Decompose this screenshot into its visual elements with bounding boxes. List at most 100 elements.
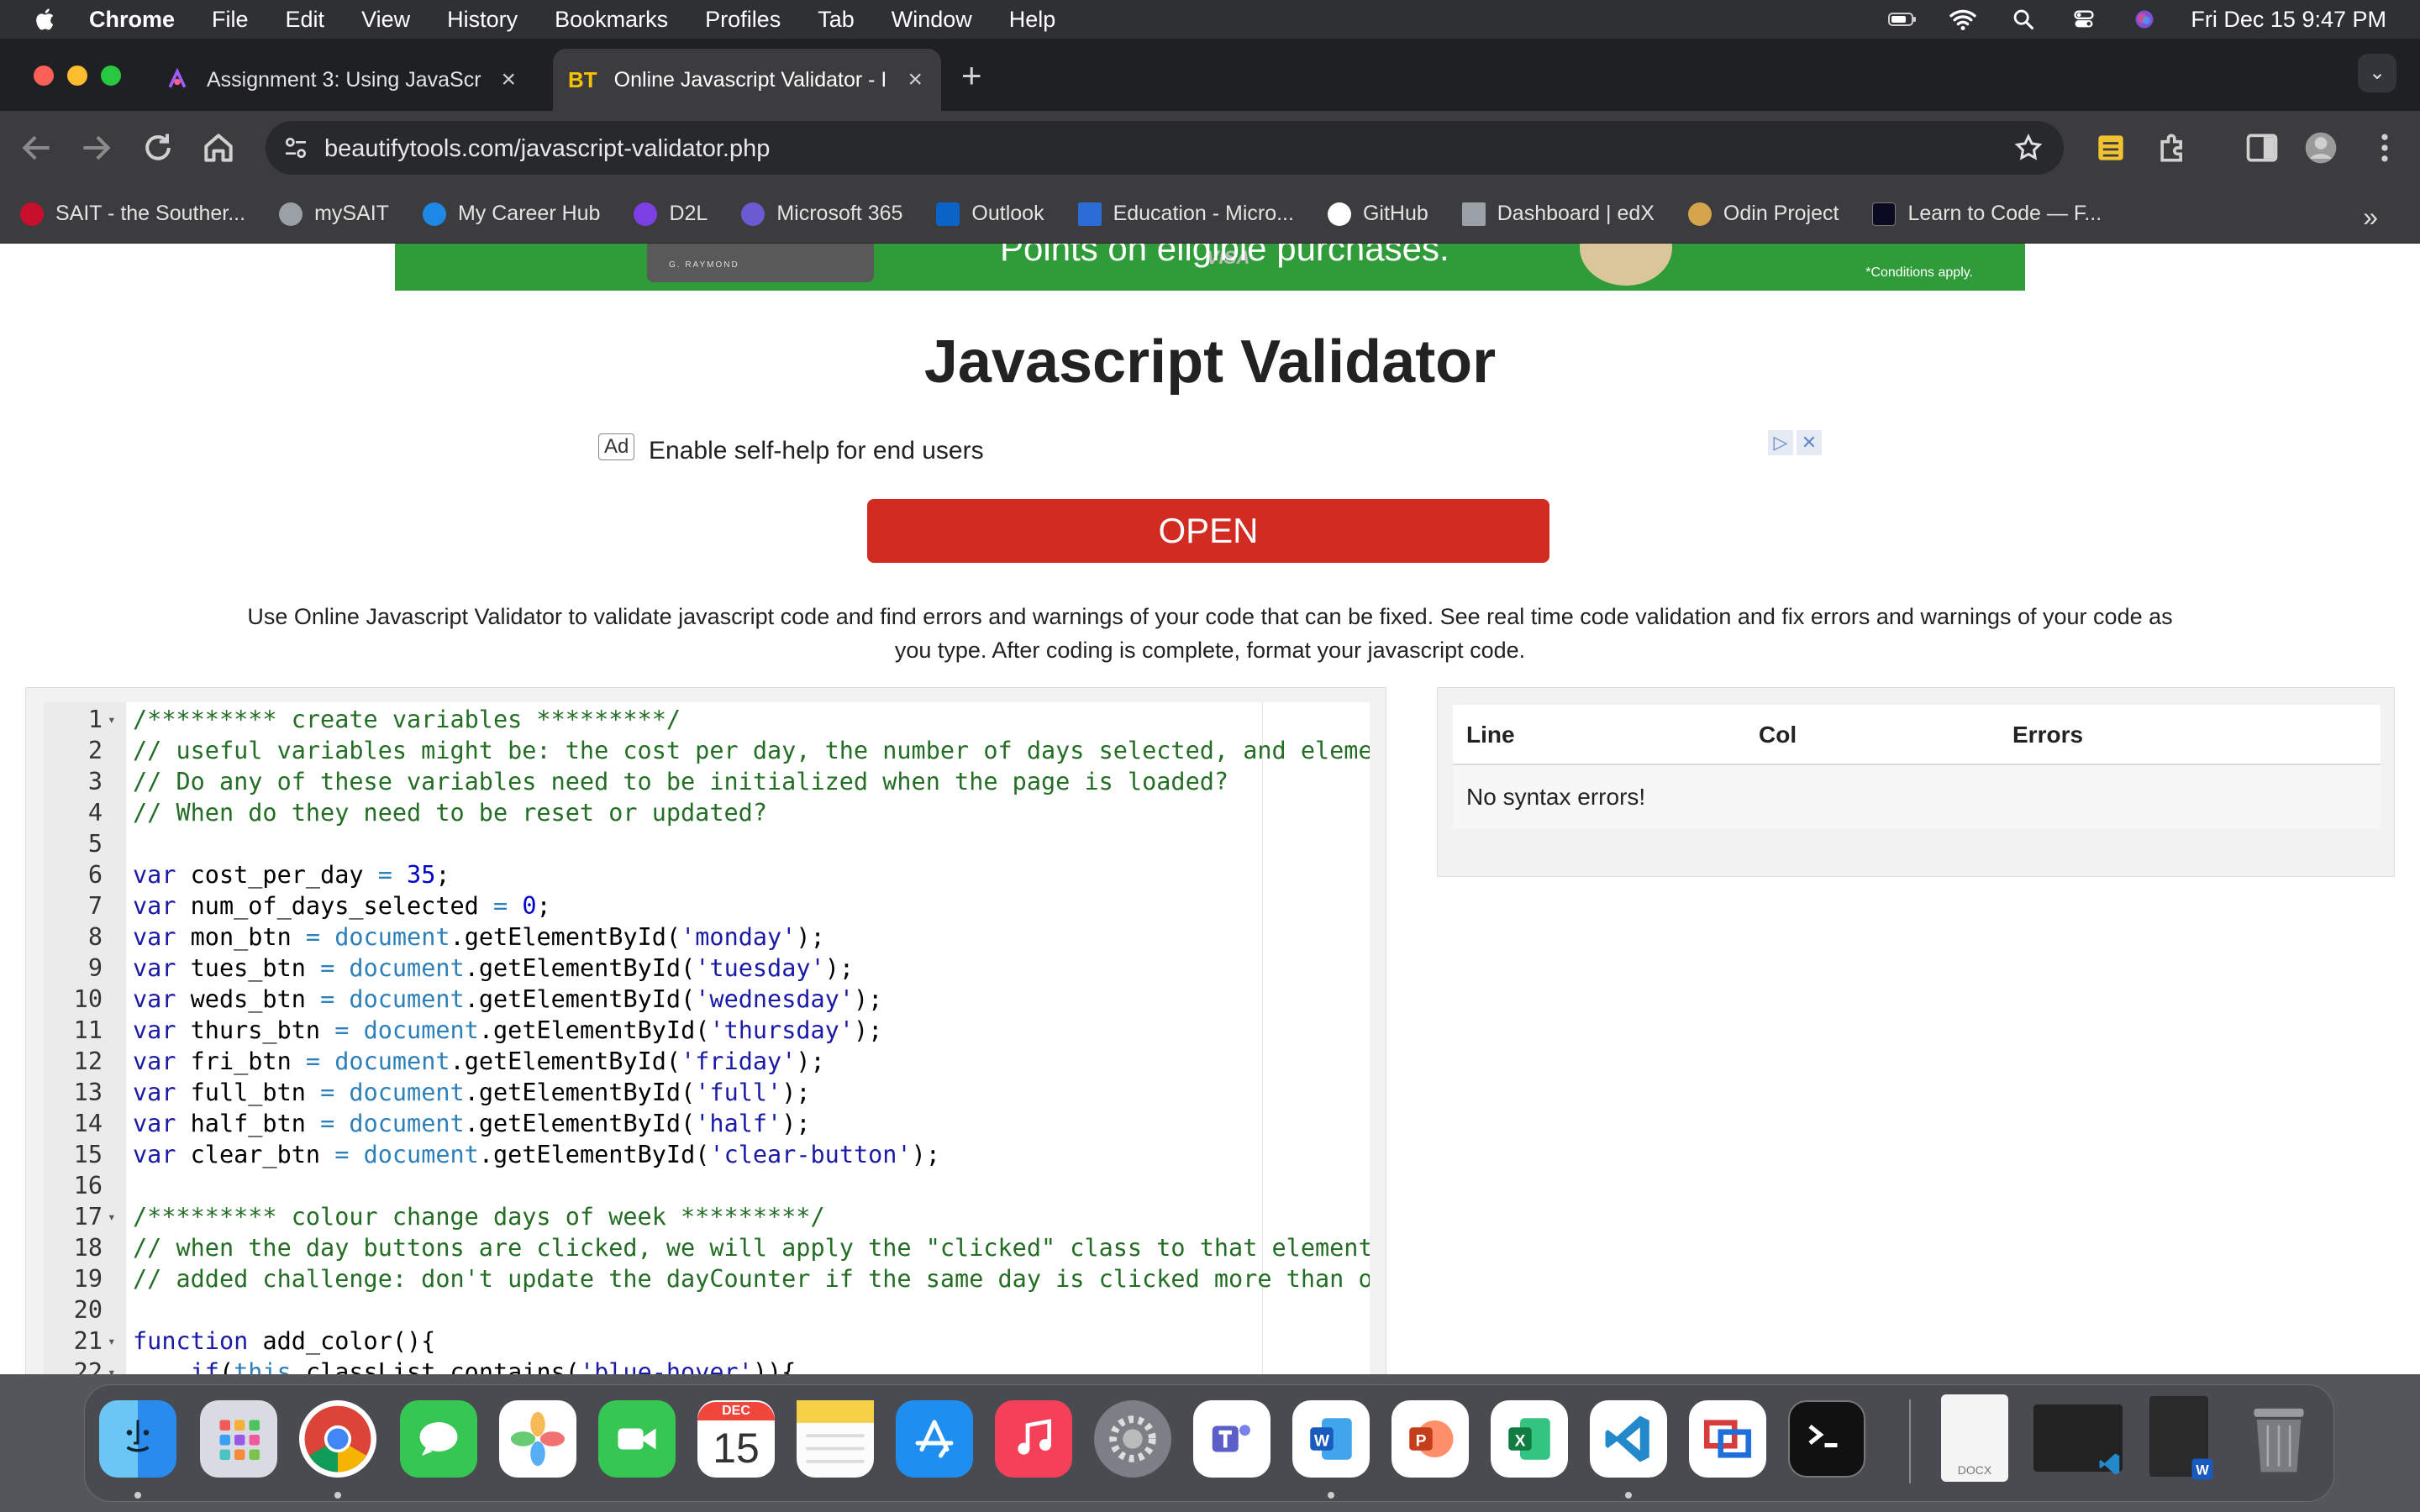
bookmark-my-career-hub[interactable]: My Career Hub: [422, 202, 600, 226]
docx-document-icon[interactable]: DOCX: [1941, 1394, 2008, 1482]
code-line[interactable]: 10 var weds_btn = document.getElementById…: [44, 984, 1370, 1015]
code-line[interactable]: 9 var tues_btn = document.getElementById(…: [44, 953, 1370, 984]
bookmark-star-icon[interactable]: [2013, 133, 2044, 163]
code-line[interactable]: 18 // when the day buttons are clicked, w…: [44, 1232, 1370, 1263]
tab-javascript-validator[interactable]: BT Online Javascript Validator - I ×: [553, 49, 941, 111]
microsoft-word-icon[interactable]: W: [1292, 1400, 1370, 1478]
code-line[interactable]: 1 ▾ /********* create variables *********/: [44, 704, 1370, 735]
recent-window-thumbnail-word[interactable]: W: [2149, 1396, 2213, 1480]
window-minimize-button[interactable]: [67, 66, 87, 86]
photos-icon[interactable]: [499, 1400, 576, 1478]
chrome-menu-kebab-icon[interactable]: [2366, 129, 2403, 166]
recent-window-thumbnail-vscode[interactable]: [2033, 1404, 2123, 1475]
music-icon[interactable]: [995, 1400, 1072, 1478]
profile-avatar-icon[interactable]: [2302, 129, 2339, 166]
more-bookmarks-chevron-icon[interactable]: »: [2363, 202, 2378, 233]
fold-arrow-icon[interactable]: ▾: [108, 1357, 119, 1374]
bookmark-github[interactable]: GitHub: [1327, 202, 1428, 226]
code-line[interactable]: 22 ▾ if(this.classList.contains('blue-hov…: [44, 1357, 1370, 1374]
ad-headline[interactable]: Enable self-help for end users: [649, 437, 984, 465]
bookmark-edx[interactable]: Dashboard | edX: [1461, 202, 1655, 226]
apple-logo-icon[interactable]: [34, 7, 59, 32]
code-line[interactable]: 15 var clear_btn = document.getElementByI…: [44, 1139, 1370, 1170]
wifi-icon[interactable]: [1949, 8, 1977, 31]
code-line[interactable]: 14 var half_btn = document.getElementById…: [44, 1108, 1370, 1139]
window-close-button[interactable]: [34, 66, 54, 86]
menu-help[interactable]: Help: [1009, 7, 1056, 33]
app-store-icon[interactable]: [896, 1400, 973, 1478]
back-arrow-icon[interactable]: [18, 129, 55, 166]
microsoft-excel-icon[interactable]: X: [1491, 1400, 1568, 1478]
code-line[interactable]: 7 var num_of_days_selected = 0;: [44, 890, 1370, 921]
finder-icon[interactable]: [99, 1400, 176, 1478]
facetime-icon[interactable]: [598, 1400, 676, 1478]
tab-search-chevron-icon[interactable]: ⌄: [2358, 54, 2396, 92]
code-line[interactable]: 12 var fri_btn = document.getElementById(…: [44, 1046, 1370, 1077]
code-line[interactable]: 21 ▾ function add_color(){: [44, 1326, 1370, 1357]
messages-icon[interactable]: [400, 1400, 477, 1478]
ad-close-icon[interactable]: ✕: [1797, 430, 1822, 455]
menu-window[interactable]: Window: [892, 7, 972, 33]
url-text[interactable]: beautifytools.com/javascript-validator.p…: [324, 135, 770, 163]
microsoft-teams-icon[interactable]: [1193, 1400, 1270, 1478]
code-line[interactable]: 19 // added challenge: don't update the d…: [44, 1263, 1370, 1294]
menu-bookmarks[interactable]: Bookmarks: [555, 7, 668, 33]
reload-icon[interactable]: [139, 129, 176, 166]
address-bar[interactable]: beautifytools.com/javascript-validator.p…: [266, 121, 2064, 175]
close-icon[interactable]: ×: [501, 66, 516, 94]
code-line[interactable]: 16: [44, 1170, 1370, 1201]
calendar-icon[interactable]: DEC 15: [697, 1400, 775, 1478]
notes-icon[interactable]: [797, 1400, 874, 1478]
battery-icon[interactable]: [1888, 8, 1917, 31]
code-line[interactable]: 13 var full_btn = document.getElementById…: [44, 1077, 1370, 1108]
home-icon[interactable]: [200, 129, 237, 166]
bookmark-d2l[interactable]: D2L: [634, 202, 708, 226]
menu-profiles[interactable]: Profiles: [705, 7, 781, 33]
adchoices-play-icon[interactable]: ▷: [1768, 430, 1793, 455]
ad-banner[interactable]: G. RAYMOND VISA Points on eligible purch…: [395, 244, 2025, 291]
menu-history[interactable]: History: [447, 7, 518, 33]
menu-app-name[interactable]: Chrome: [89, 7, 175, 33]
chrome-icon[interactable]: [299, 1400, 376, 1478]
sheets-extension-icon[interactable]: [2092, 129, 2129, 166]
code-line[interactable]: 20: [44, 1294, 1370, 1326]
new-tab-plus-icon[interactable]: +: [961, 55, 982, 96]
bookmark-mysait[interactable]: mySAIT: [279, 202, 389, 226]
menu-edit[interactable]: Edit: [286, 7, 325, 33]
tab-assignment-3[interactable]: Assignment 3: Using JavaScr ×: [165, 49, 534, 111]
code-line[interactable]: 6 var cost_per_day = 35;: [44, 859, 1370, 890]
code-line[interactable]: 11 var thurs_btn = document.getElementByI…: [44, 1015, 1370, 1046]
forward-arrow-icon[interactable]: [77, 129, 114, 166]
menu-view[interactable]: View: [361, 7, 410, 33]
fold-arrow-icon[interactable]: ▾: [108, 1326, 119, 1357]
ad-open-button[interactable]: OPEN: [867, 499, 1549, 563]
trash-icon[interactable]: [2240, 1400, 2317, 1478]
code-line[interactable]: 5: [44, 828, 1370, 859]
terminal-icon[interactable]: [1788, 1400, 1865, 1478]
launchpad-icon[interactable]: [200, 1400, 277, 1478]
code-editor[interactable]: 1 ▾/********* create variables *********/…: [44, 702, 1370, 1374]
siri-icon[interactable]: [2130, 8, 2159, 31]
remote-desktop-icon[interactable]: [1689, 1400, 1766, 1478]
menu-tab[interactable]: Tab: [818, 7, 855, 33]
bookmark-education-microsoft[interactable]: Education - Micro...: [1077, 202, 1294, 226]
microsoft-powerpoint-icon[interactable]: P: [1392, 1400, 1469, 1478]
side-panel-icon[interactable]: [2244, 129, 2281, 166]
bookmark-freecodecamp[interactable]: Learn to Code — F...: [1872, 202, 2102, 226]
site-info-icon[interactable]: [282, 134, 309, 161]
bookmark-outlook[interactable]: Outlook: [936, 202, 1044, 226]
system-settings-icon[interactable]: [1094, 1400, 1171, 1478]
control-center-icon[interactable]: [2070, 8, 2098, 31]
extensions-puzzle-icon[interactable]: [2154, 129, 2191, 166]
code-line[interactable]: 3 // Do any of these variables need to be…: [44, 766, 1370, 797]
code-line[interactable]: 17 ▾ /********* colour change days of week…: [44, 1201, 1370, 1232]
fold-arrow-icon[interactable]: ▾: [108, 1201, 119, 1232]
spotlight-search-icon[interactable]: [2009, 8, 2038, 31]
bookmark-sait[interactable]: SAIT - the Souther...: [20, 202, 245, 226]
vscode-icon[interactable]: [1590, 1400, 1667, 1478]
code-line[interactable]: 2 // useful variables might be: the cost …: [44, 735, 1370, 766]
bookmark-odin-project[interactable]: Odin Project: [1687, 202, 1839, 226]
menu-file[interactable]: File: [212, 7, 249, 33]
fold-arrow-icon[interactable]: ▾: [108, 704, 119, 735]
bookmark-microsoft-365[interactable]: Microsoft 365: [741, 202, 902, 226]
